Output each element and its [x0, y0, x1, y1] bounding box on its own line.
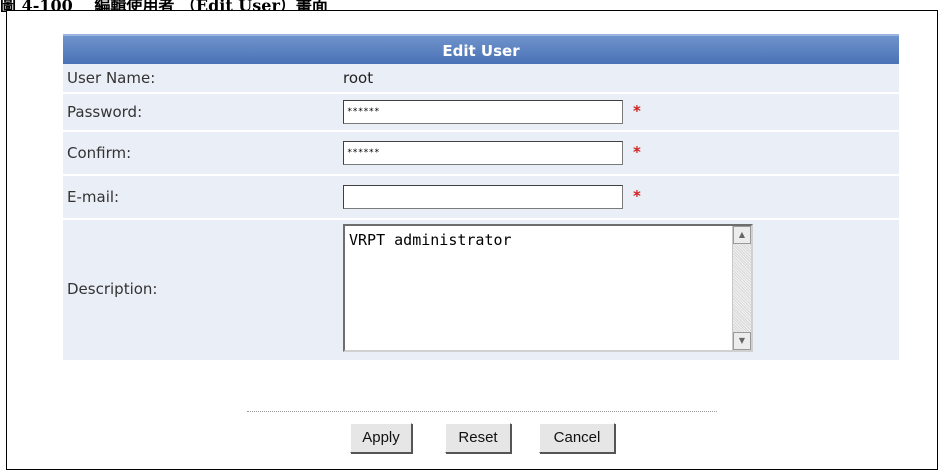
edit-user-form: Edit User User Name: root Password: ****… [63, 34, 899, 362]
user-name-row: User Name: root [63, 64, 899, 94]
description-label: Description: [67, 280, 158, 298]
cancel-button[interactable]: Cancel [539, 423, 615, 453]
email-label: E-mail: [67, 188, 120, 206]
button-divider [247, 411, 717, 412]
confirm-required-mark: * [633, 143, 641, 161]
form-title: Edit User [63, 34, 899, 64]
description-text: VRPT administrator [349, 231, 512, 249]
description-scrollbar[interactable]: ▲ ▼ [732, 226, 751, 350]
scroll-up-arrow-icon[interactable]: ▲ [733, 226, 751, 244]
confirm-row: Confirm: ****** * [63, 132, 899, 176]
password-required-mark: * [633, 102, 641, 120]
email-input[interactable] [343, 185, 623, 209]
user-name-label: User Name: [67, 69, 156, 87]
password-label: Password: [67, 103, 143, 121]
email-row: E-mail: * [63, 176, 899, 220]
password-input[interactable]: ****** [343, 100, 623, 124]
description-row: Description: VRPT administrator ▲ ▼ [63, 220, 899, 362]
scroll-down-arrow-icon[interactable]: ▼ [733, 332, 751, 350]
description-textarea[interactable]: VRPT administrator ▲ ▼ [343, 224, 753, 352]
apply-button[interactable]: Apply [350, 423, 412, 453]
confirm-input[interactable]: ****** [343, 141, 623, 165]
confirm-label: Confirm: [67, 144, 132, 162]
dialog-frame: Edit User User Name: root Password: ****… [6, 10, 938, 470]
email-required-mark: * [633, 187, 641, 205]
reset-button[interactable]: Reset [445, 423, 511, 453]
password-row: Password: ****** * [63, 94, 899, 132]
user-name-value: root [343, 69, 374, 87]
